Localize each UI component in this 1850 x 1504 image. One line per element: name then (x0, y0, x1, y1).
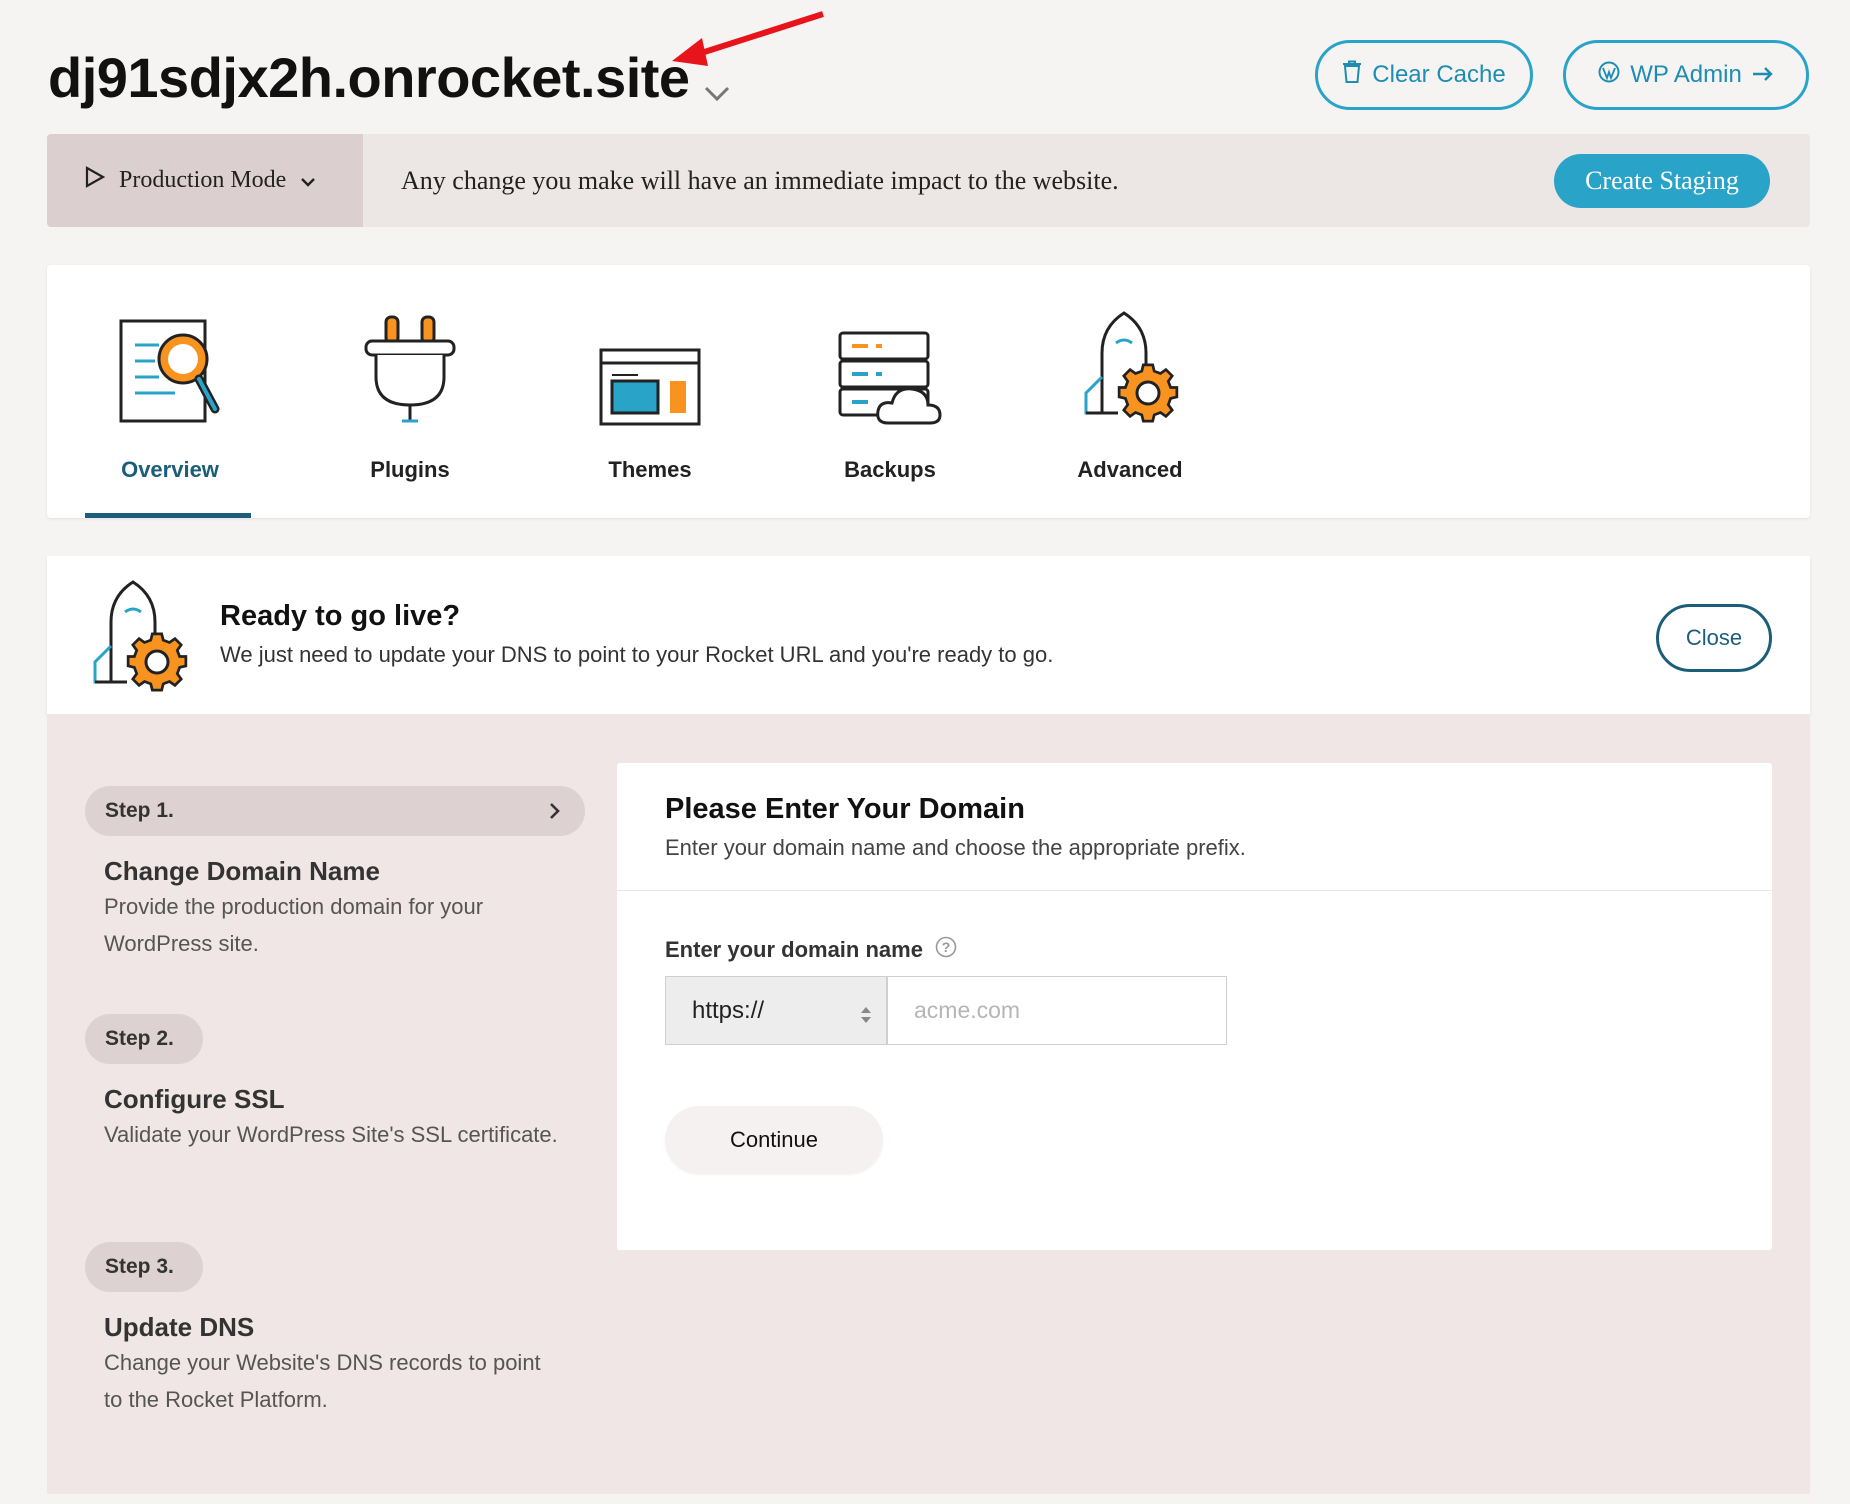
steps-area: Step 1. Change Domain Name Provide the p… (47, 714, 1810, 1494)
chevron-right-icon (549, 802, 561, 826)
domain-form-card: Please Enter Your Domain Enter your doma… (617, 763, 1772, 1250)
tab-themes-label: Themes (608, 457, 692, 482)
tab-overview[interactable]: Overview (85, 265, 255, 518)
step-3-title: Update DNS (104, 1312, 255, 1342)
tab-advanced[interactable]: Advanced (1045, 265, 1215, 518)
site-name: dj91sdjx2h.onrocket.site (48, 46, 690, 109)
play-icon (85, 166, 106, 195)
production-mode-select[interactable]: Production Mode (47, 134, 363, 227)
plug-icon (362, 307, 458, 427)
wordpress-icon (1598, 61, 1620, 90)
arrow-right-icon (1752, 61, 1774, 89)
tab-plugins-label: Plugins (370, 457, 450, 482)
step-1-pill[interactable]: Step 1. (85, 786, 585, 836)
continue-button[interactable]: Continue (665, 1106, 883, 1174)
step-2-number: Step 2. (105, 1027, 174, 1050)
domain-form-subtitle: Enter your domain name and choose the ap… (665, 835, 1246, 860)
clear-cache-label: Clear Cache (1372, 61, 1506, 88)
ready-subtitle: We just need to update your DNS to point… (220, 642, 1054, 667)
step-3-pill: Step 3. (85, 1242, 203, 1292)
mode-label: Production Mode (119, 167, 287, 193)
domain-input[interactable] (887, 976, 1227, 1045)
step-2-title: Configure SSL (104, 1084, 285, 1114)
rocket-gear-icon (87, 578, 191, 701)
wp-admin-label: WP Admin (1630, 61, 1742, 88)
ready-card: Ready to go live? We just need to update… (47, 556, 1810, 714)
tabs-card: Overview Plugins Themes Backups Advanced (47, 265, 1810, 518)
select-arrows-icon (860, 1003, 872, 1031)
chevron-down-icon[interactable] (704, 50, 730, 115)
mode-bar: Production Mode Any change you make will… (47, 134, 1810, 227)
divider (617, 890, 1772, 891)
theme-icon (598, 307, 702, 427)
help-icon[interactable]: ? (935, 936, 957, 964)
prefix-select[interactable]: https:// (665, 976, 887, 1045)
prefix-value: https:// (692, 996, 765, 1024)
step-2-desc: Validate your WordPress Site's SSL certi… (104, 1122, 558, 1147)
chevron-down-icon (300, 167, 316, 194)
overview-icon (117, 307, 223, 427)
clear-cache-button[interactable]: Clear Cache (1315, 40, 1533, 110)
mode-message: Any change you make will have an immedia… (401, 165, 1119, 195)
step-1-title: Change Domain Name (104, 856, 380, 886)
step-2-pill: Step 2. (85, 1014, 203, 1064)
rocket-gear-icon (1078, 307, 1182, 427)
step-1-number: Step 1. (105, 799, 174, 822)
step-3-desc: Change your Website's DNS records to poi… (104, 1350, 541, 1412)
wp-admin-button[interactable]: WP Admin (1563, 40, 1809, 110)
tab-advanced-label: Advanced (1077, 457, 1183, 482)
site-title[interactable]: dj91sdjx2h.onrocket.site (48, 40, 730, 115)
step-1-desc: Provide the production domain for your W… (104, 894, 484, 956)
svg-text:?: ? (942, 939, 951, 955)
tab-themes[interactable]: Themes (565, 265, 735, 518)
tab-plugins[interactable]: Plugins (325, 265, 495, 518)
close-button[interactable]: Close (1656, 604, 1772, 672)
tab-overview-label: Overview (121, 457, 219, 482)
trash-icon (1342, 60, 1362, 91)
tab-backups-label: Backups (844, 457, 936, 482)
backup-server-icon (836, 307, 944, 427)
tab-backups[interactable]: Backups (805, 265, 975, 518)
create-staging-button[interactable]: Create Staging (1554, 154, 1770, 208)
domain-field-label-text: Enter your domain name (665, 937, 923, 962)
domain-form-title: Please Enter Your Domain (665, 793, 1025, 825)
domain-field-label: Enter your domain name ? (665, 936, 957, 964)
step-3-number: Step 3. (105, 1255, 174, 1278)
ready-title: Ready to go live? (220, 600, 461, 632)
